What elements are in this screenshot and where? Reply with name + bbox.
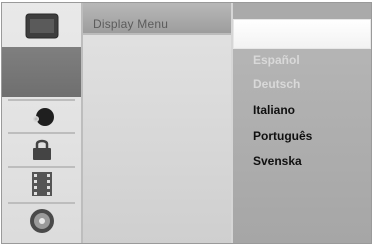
- page-title: Display Menu: [93, 17, 169, 31]
- language-option-portugues[interactable]: Português: [253, 129, 312, 143]
- sidebar-item-display[interactable]: [2, 11, 81, 41]
- film-icon: [31, 172, 52, 196]
- sidebar-item-highlighted[interactable]: [2, 47, 81, 97]
- language-option-italiano[interactable]: Italiano: [253, 103, 295, 117]
- language-option-deutsch[interactable]: Deutsch: [253, 77, 300, 91]
- sidebar: [2, 3, 83, 243]
- header-divider: [83, 33, 231, 35]
- main-panel: Display Menu: [83, 3, 231, 243]
- sidebar-divider: [8, 202, 75, 204]
- sidebar-divider: [8, 99, 75, 101]
- osd-screen: Display Menu Español Deutsch Italiano Po…: [1, 2, 372, 244]
- sidebar-item-lock[interactable]: [2, 135, 81, 165]
- selected-option-bar[interactable]: [233, 19, 371, 49]
- sidebar-item-audio[interactable]: [2, 102, 81, 132]
- language-option-svenska[interactable]: Svenska: [253, 154, 302, 168]
- sidebar-divider: [8, 166, 75, 168]
- sidebar-item-film[interactable]: [2, 169, 81, 199]
- disc-icon: [29, 209, 54, 233]
- sidebar-item-disc[interactable]: [2, 206, 81, 236]
- menu-header: Display Menu: [83, 3, 231, 33]
- tv-icon: [25, 13, 58, 39]
- sidebar-divider: [8, 132, 75, 134]
- lock-icon: [32, 139, 51, 160]
- language-option-espanol[interactable]: Español: [253, 53, 300, 67]
- panel-top-strip: [233, 3, 371, 19]
- language-panel: Español Deutsch Italiano Português Svens…: [233, 3, 371, 243]
- audio-icon: [32, 108, 54, 126]
